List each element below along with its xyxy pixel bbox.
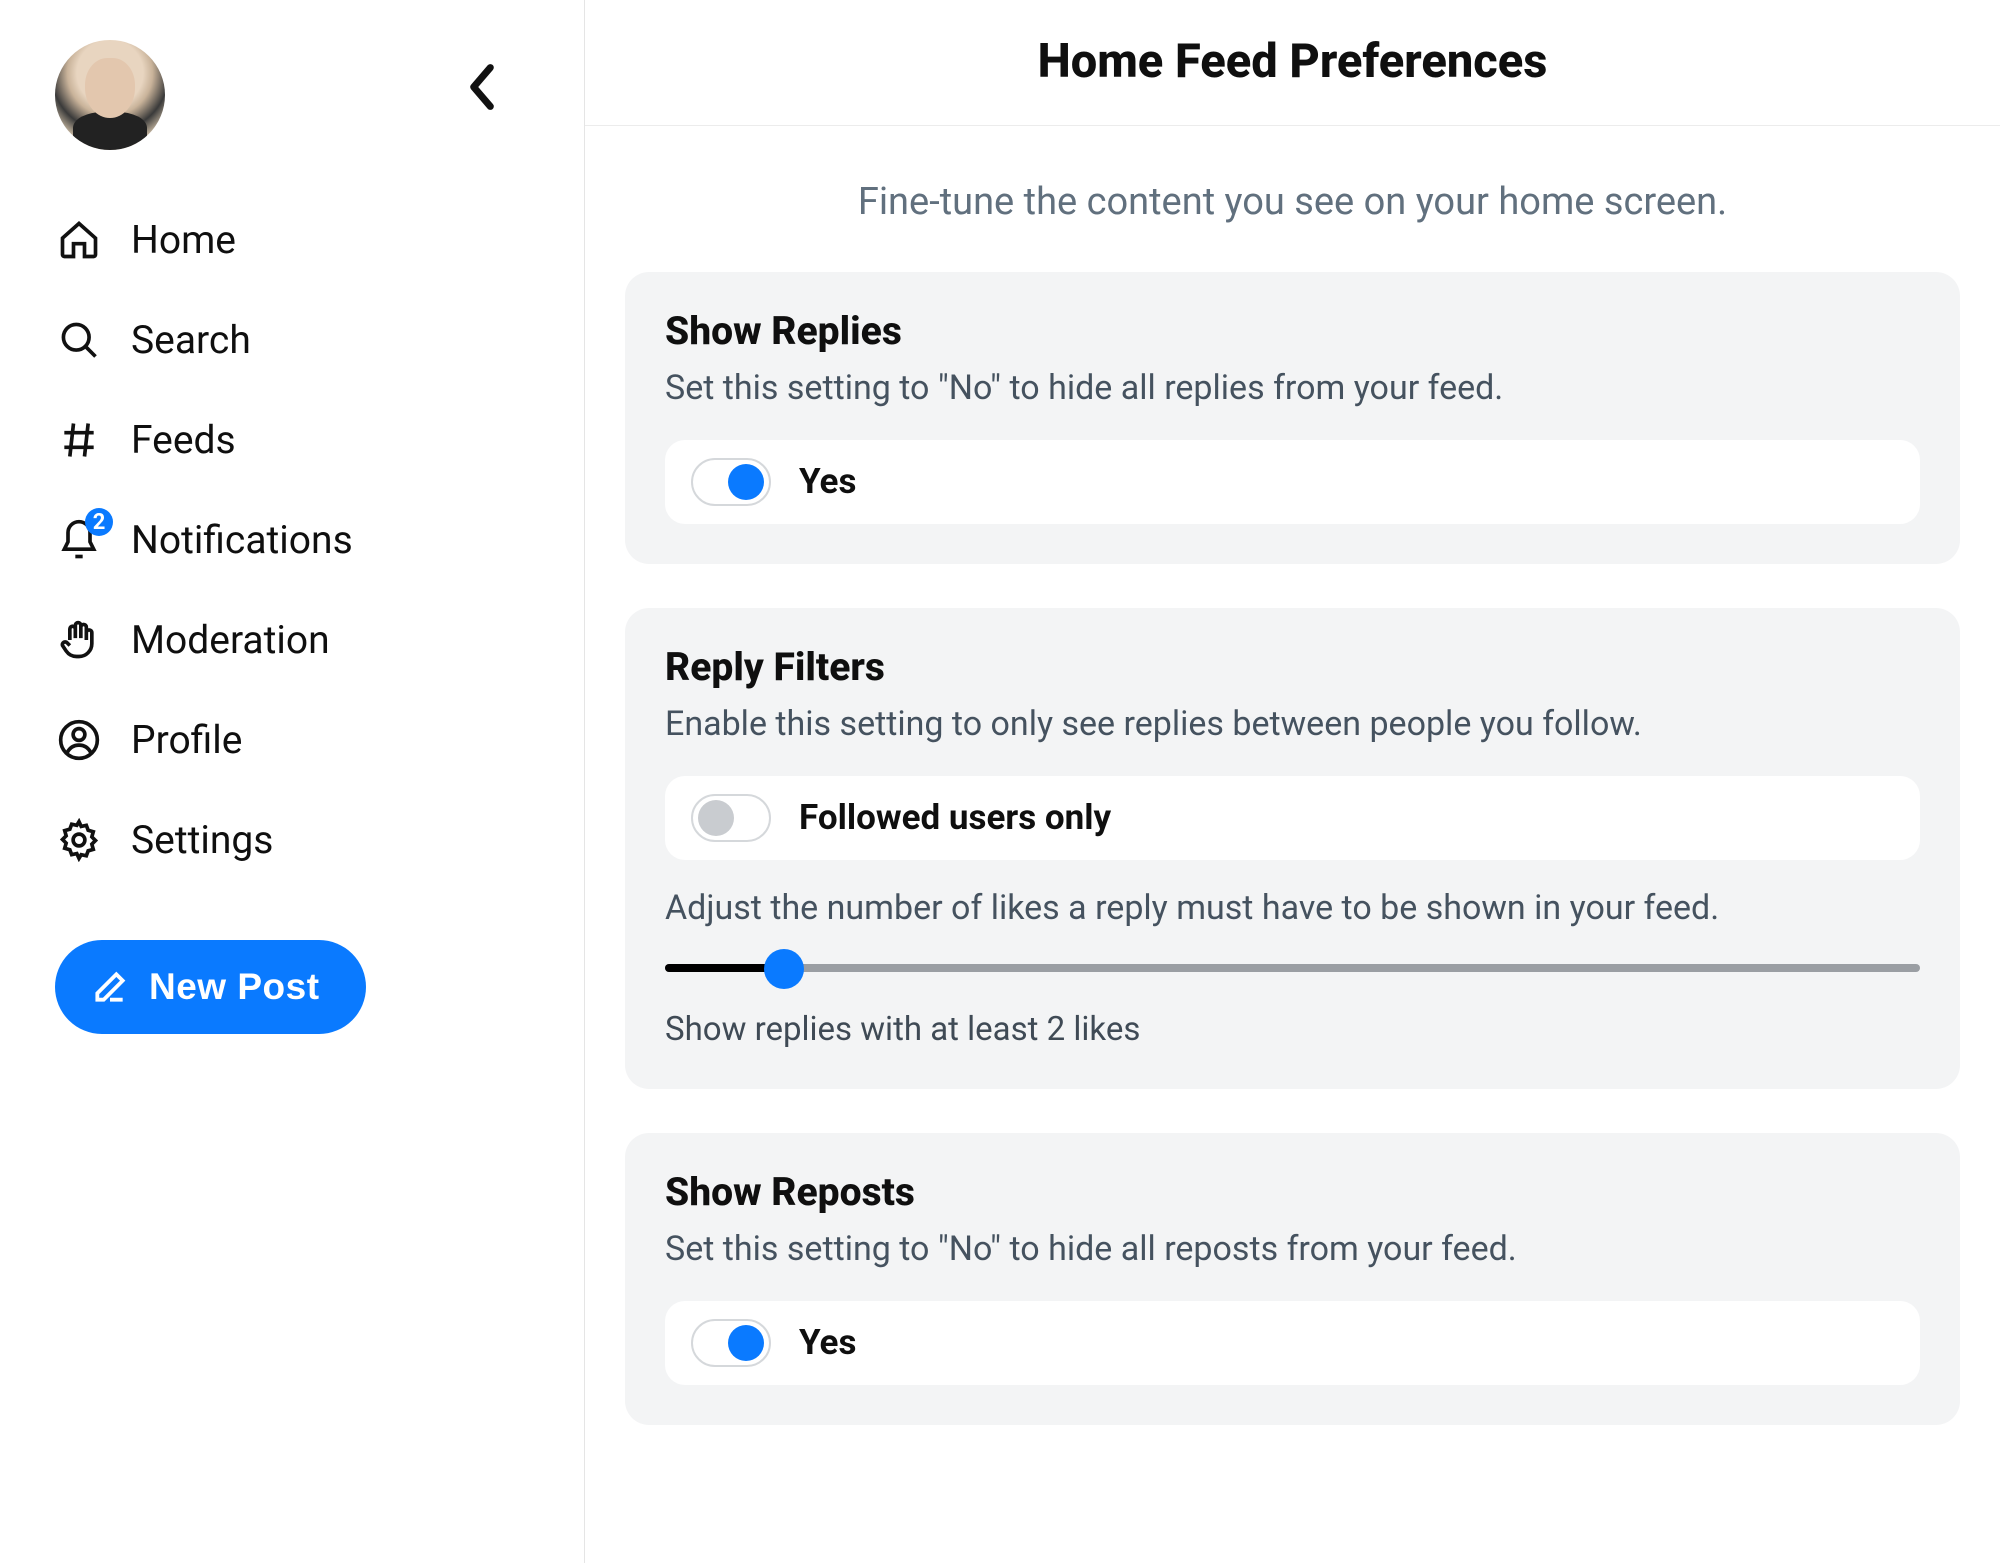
toggle-knob [698,800,734,836]
sidebar-item-label: Settings [131,817,273,863]
sidebar-item-search[interactable]: Search [55,290,554,390]
sidebar-nav: Home Search Feeds 2 Notifications [55,190,554,890]
gear-icon [55,816,103,864]
slider-track [665,964,1920,972]
slider-caption: Show replies with at least 2 likes [665,1010,1920,1049]
notifications-badge: 2 [85,508,113,536]
panel-show-replies: Show Replies Set this setting to "No" to… [625,272,1960,564]
settings-panels: Show Replies Set this setting to "No" to… [585,272,2000,1469]
compose-icon [91,968,129,1006]
slider-thumb[interactable] [764,949,804,989]
panel-title: Show Reposts [665,1169,1920,1215]
sidebar-item-moderation[interactable]: Moderation [55,590,554,690]
user-circle-icon [55,716,103,764]
panel-description: Enable this setting to only see replies … [665,702,1920,748]
hand-icon [55,616,103,664]
sidebar-item-home[interactable]: Home [55,190,554,290]
panel-description: Set this setting to "No" to hide all rep… [665,1227,1920,1273]
home-icon [55,216,103,264]
panel-show-reposts: Show Reposts Set this setting to "No" to… [625,1133,1960,1425]
toggle-label: Yes [799,461,856,502]
panel-reply-filters: Reply Filters Enable this setting to onl… [625,608,1960,1089]
main-content: Home Feed Preferences Fine-tune the cont… [585,0,2000,1563]
toggle-label: Followed users only [799,797,1111,838]
chevron-left-icon [465,62,499,112]
sidebar-item-label: Moderation [131,617,330,663]
panel-title: Reply Filters [665,644,1920,690]
panel-description: Set this setting to "No" to hide all rep… [665,366,1920,412]
slider-description: Adjust the number of likes a reply must … [665,886,1920,932]
sidebar-item-label: Feeds [131,417,236,463]
sidebar-item-label: Notifications [131,517,353,563]
toggle-knob [728,1325,764,1361]
sidebar-item-notifications[interactable]: 2 Notifications [55,490,554,590]
app-root: Home Search Feeds 2 Notifications [0,0,2000,1563]
sidebar: Home Search Feeds 2 Notifications [0,0,585,1563]
back-button[interactable] [465,62,499,116]
sidebar-item-label: Search [131,317,251,363]
avatar[interactable] [55,40,165,150]
show-replies-toggle[interactable] [691,458,771,506]
new-post-label: New Post [149,966,320,1008]
page-subtitle: Fine-tune the content you see on your ho… [585,126,2000,272]
new-post-button[interactable]: New Post [55,940,366,1034]
reply-filters-toggle[interactable] [691,794,771,842]
reply-filters-toggle-row[interactable]: Followed users only [665,776,1920,860]
show-replies-toggle-row[interactable]: Yes [665,440,1920,524]
search-icon [55,316,103,364]
hash-icon [55,416,103,464]
likes-threshold-slider[interactable] [665,952,1920,982]
panel-title: Show Replies [665,308,1920,354]
sidebar-item-label: Home [131,217,236,263]
sidebar-item-label: Profile [131,717,242,763]
toggle-knob [728,464,764,500]
sidebar-item-settings[interactable]: Settings [55,790,554,890]
likes-threshold-slider-wrap: Show replies with at least 2 likes [665,952,1920,1049]
show-reposts-toggle-row[interactable]: Yes [665,1301,1920,1385]
page-title: Home Feed Preferences [585,0,2000,126]
show-reposts-toggle[interactable] [691,1319,771,1367]
sidebar-item-feeds[interactable]: Feeds [55,390,554,490]
toggle-label: Yes [799,1322,856,1363]
sidebar-item-profile[interactable]: Profile [55,690,554,790]
